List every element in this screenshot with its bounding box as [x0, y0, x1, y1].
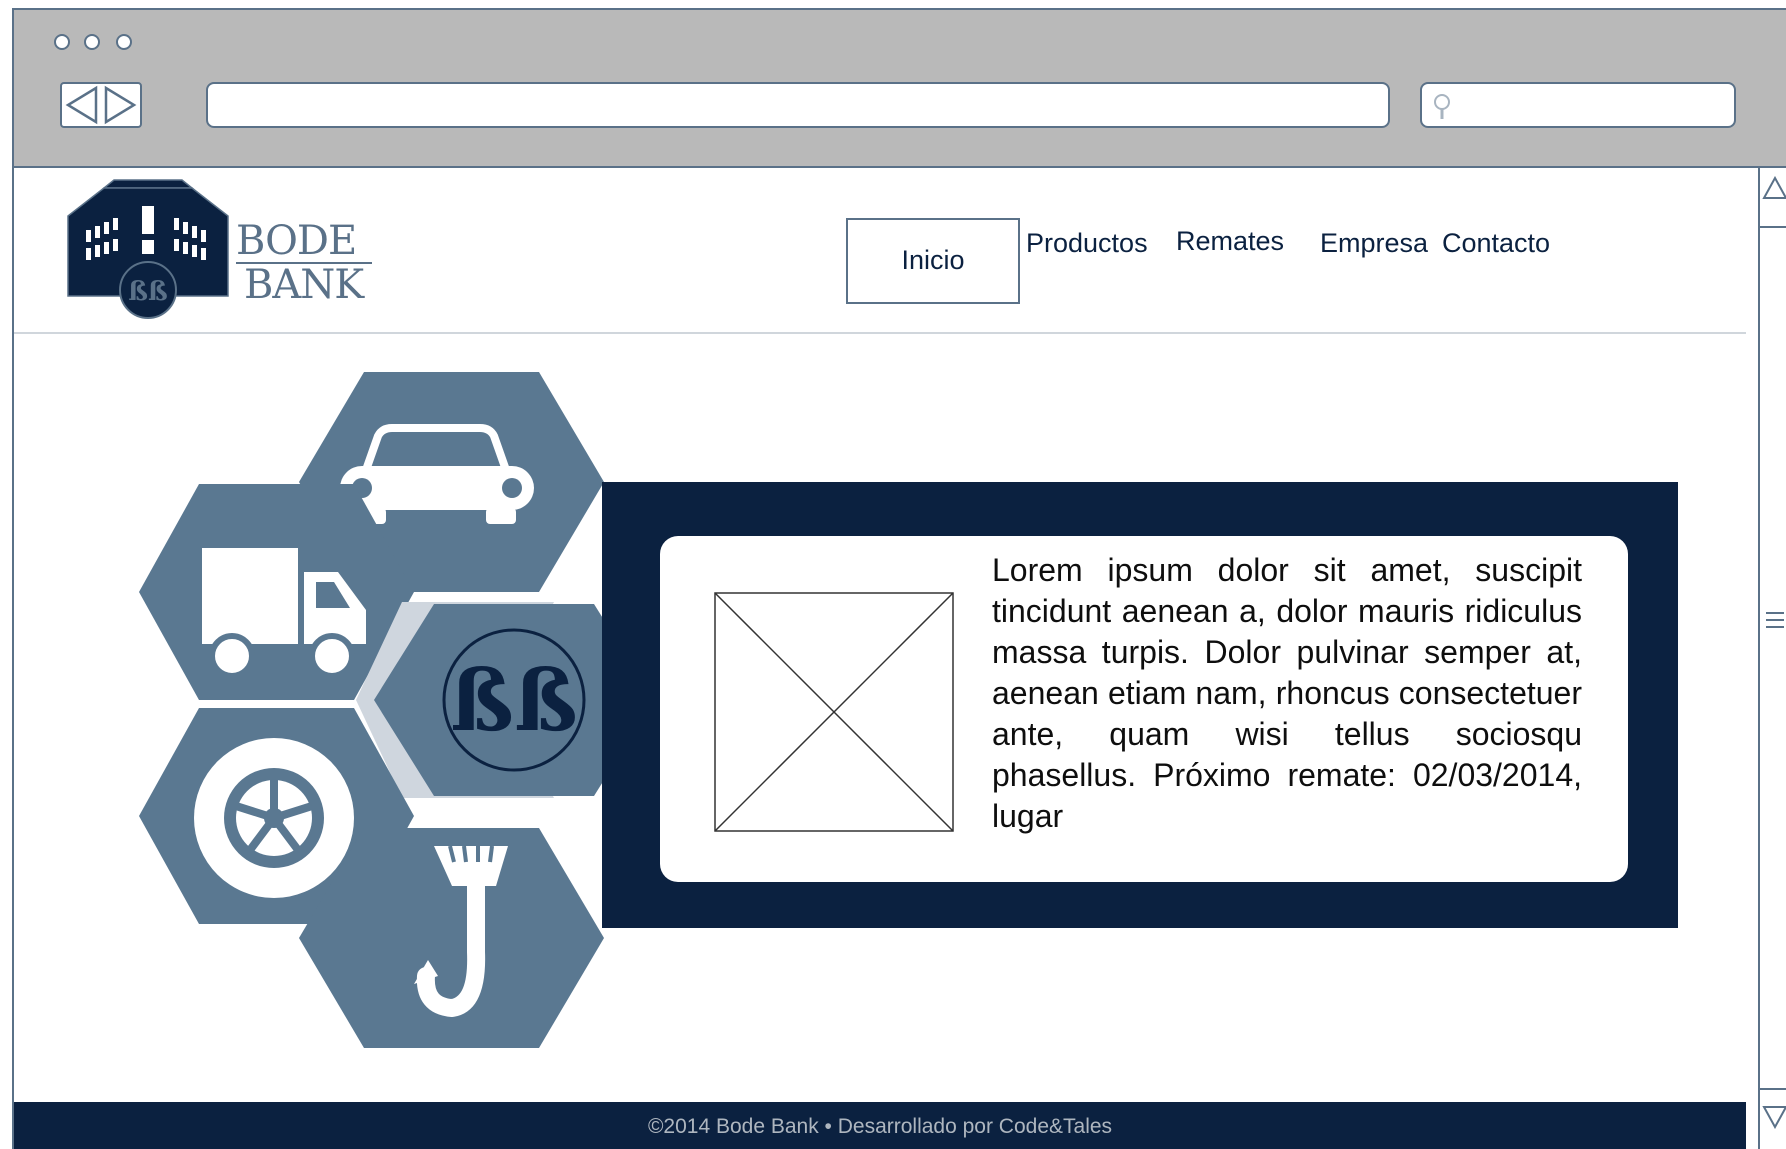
- image-placeholder-icon: [714, 592, 954, 832]
- nav-item-remates[interactable]: Remates: [1176, 226, 1284, 257]
- window-close-dot[interactable]: [54, 34, 70, 50]
- back-arrow-icon[interactable]: [65, 85, 98, 125]
- address-bar[interactable]: [206, 82, 1390, 128]
- card-description: Lorem ipsum dolor sit amet, suscipit tin…: [992, 552, 1582, 834]
- back-forward-buttons[interactable]: [60, 82, 142, 128]
- nav-item-empresa[interactable]: Empresa: [1320, 228, 1428, 259]
- scroll-down-divider: [1760, 1088, 1786, 1090]
- hook-hexagon[interactable]: [299, 828, 604, 1048]
- wheel-icon: [194, 738, 354, 898]
- forward-arrow-icon[interactable]: [104, 85, 137, 125]
- svg-text:ßß: ßß: [450, 651, 578, 750]
- bank-building-logo-icon[interactable]: ßß: [64, 178, 234, 324]
- nav-item-productos[interactable]: Productos: [1026, 228, 1148, 259]
- bodebank-emblem-icon: ßß: [450, 651, 578, 750]
- vertical-scrollbar[interactable]: [1758, 168, 1786, 1149]
- scroll-down-icon[interactable]: [1762, 1103, 1786, 1129]
- brand-wordmark[interactable]: BODE BANK: [236, 220, 373, 308]
- browser-window: ßß BODE BANK Inicio Productos Remates Em…: [12, 8, 1786, 1149]
- search-icon: [1434, 94, 1450, 119]
- featured-banner: Lorem ipsum dolor sit amet, suscipit tin…: [602, 482, 1678, 928]
- browser-toolbar: [14, 10, 1786, 168]
- brand-name-line1: BODE: [236, 220, 373, 264]
- nav-item-inicio[interactable]: Inicio: [846, 218, 1020, 304]
- brand-name-line2: BANK: [244, 262, 364, 308]
- svg-text:ßß: ßß: [128, 277, 168, 307]
- window-minimize-dot[interactable]: [84, 34, 100, 50]
- footer-text: ©2014 Bode Bank • Desarrollado por Code&…: [647, 1115, 1113, 1138]
- scroll-up-icon[interactable]: [1762, 176, 1786, 202]
- window-maximize-dot[interactable]: [116, 34, 132, 50]
- browser-search-input[interactable]: [1420, 82, 1736, 128]
- nav-item-contacto[interactable]: Contacto: [1442, 228, 1550, 259]
- scroll-up-divider: [1760, 226, 1786, 228]
- site-footer: ©2014 Bode Bank • Desarrollado por Code&…: [14, 1102, 1746, 1149]
- info-card: Lorem ipsum dolor sit amet, suscipit tin…: [660, 536, 1628, 882]
- site-header: ßß BODE BANK Inicio Productos Remates Em…: [14, 168, 1746, 334]
- scroll-grip-icon[interactable]: [1764, 608, 1786, 632]
